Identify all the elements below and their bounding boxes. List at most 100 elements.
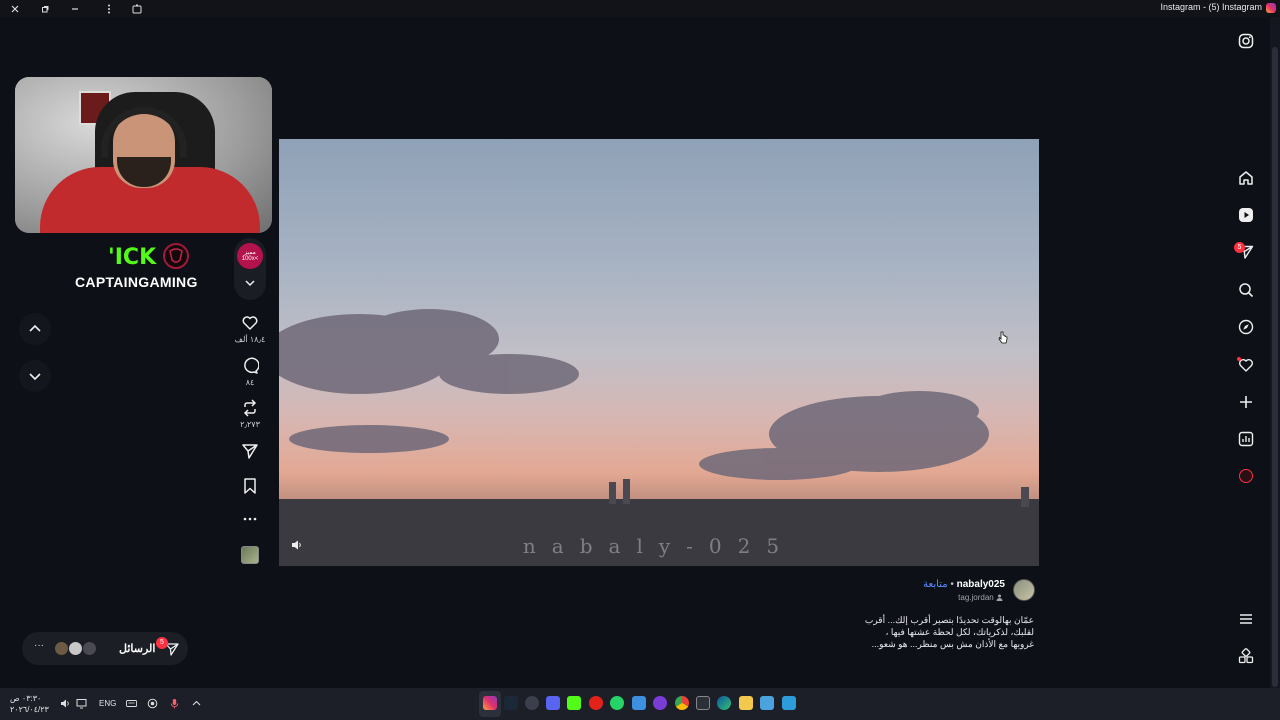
caption-line: لقلبك، لذكرياتك، لكل لحظة عشتها فيها ، xyxy=(885,627,1034,637)
system-clock[interactable]: ٠٣:٣٠ ص ٢٠٢٦/٠٤/٢٣ xyxy=(10,693,49,715)
messages-button[interactable]: ··· الرسائل 5 xyxy=(22,632,188,665)
kick-app-icon[interactable] xyxy=(567,696,581,710)
chevron-up-icon xyxy=(29,324,41,332)
kick-logo: 'ICK xyxy=(108,245,157,270)
reels-icon[interactable] xyxy=(1236,205,1256,225)
sunset-skyline-scene xyxy=(279,309,1039,566)
search-icon[interactable] xyxy=(1236,280,1256,300)
heart-icon xyxy=(242,316,258,330)
repost-action[interactable]: ٢٫٢٧٣ xyxy=(230,399,270,429)
recorder-app-icon[interactable] xyxy=(589,696,603,710)
repost-count: ٢٫٢٧٣ xyxy=(240,420,260,429)
person-icon xyxy=(996,594,1003,601)
comment-icon xyxy=(244,357,259,374)
author-line: متابعة • nabaly025 xyxy=(923,579,1005,590)
share-action[interactable] xyxy=(230,442,270,460)
caption-line: غروبها مع الأذان مش بس منظر... هو شعو... xyxy=(871,639,1034,649)
tagged-username: tag.jordan xyxy=(958,593,994,602)
page-scrollbar[interactable] xyxy=(1270,17,1280,688)
clock-date: ٢٠٢٦/٠٤/٢٣ xyxy=(10,705,49,714)
like-count: ١٨٫٤ ألف xyxy=(234,335,266,344)
previous-reel-button[interactable] xyxy=(19,313,51,345)
explore-compass-icon[interactable] xyxy=(1236,317,1256,337)
security-icon[interactable] xyxy=(147,698,158,709)
menu-hamburger-icon[interactable] xyxy=(1236,609,1256,629)
scrollbar-thumb[interactable] xyxy=(1272,47,1278,687)
keyboard-icon[interactable] xyxy=(126,698,137,709)
save-action[interactable] xyxy=(230,477,270,495)
restore-icon[interactable] xyxy=(38,2,52,15)
more-dots-icon xyxy=(243,517,257,521)
streamer-emblem-icon xyxy=(163,243,189,269)
repost-icon xyxy=(243,399,257,417)
windows-start-icon[interactable] xyxy=(782,696,796,710)
create-plus-icon[interactable] xyxy=(1236,392,1256,412)
effect-badge[interactable]: مميز 100x< xyxy=(237,243,263,269)
expand-effects-button[interactable] xyxy=(230,277,270,289)
speaker-icon xyxy=(292,540,301,550)
effect-badge-bottom: 100x< xyxy=(241,256,259,262)
like-action[interactable]: ١٨٫٤ ألف xyxy=(230,314,270,344)
message-avatar xyxy=(68,641,83,656)
chevron-down-icon xyxy=(29,373,41,381)
chrome-app-icon[interactable] xyxy=(675,696,689,710)
message-avatar xyxy=(82,641,97,656)
instagram-app-icon[interactable] xyxy=(483,696,497,710)
bookmark-icon xyxy=(244,478,256,494)
separator: • xyxy=(950,579,954,590)
calculator-app-icon[interactable] xyxy=(696,696,710,710)
input-language[interactable]: ENG xyxy=(99,699,116,708)
toolbox-app-icon[interactable] xyxy=(632,696,646,710)
follow-button[interactable]: متابعة xyxy=(923,579,947,590)
chevron-down-icon xyxy=(245,280,255,287)
tagged-user[interactable]: tag.jordan xyxy=(958,593,1003,602)
volume-icon[interactable] xyxy=(60,698,71,709)
home-icon[interactable] xyxy=(1236,168,1256,188)
post-caption: عمّان بهالوقت تحديدًا بتصير أقرب إلك... … xyxy=(844,614,1034,650)
discord-app-icon[interactable] xyxy=(546,696,560,710)
video-watermark: nabaly-025 xyxy=(522,534,796,558)
author-avatar[interactable] xyxy=(1013,579,1035,601)
more-action[interactable] xyxy=(230,514,270,524)
settings-gear-app-icon[interactable] xyxy=(525,696,539,710)
window-title: Instagram - (5) Instagram xyxy=(1160,2,1262,12)
next-reel-button[interactable] xyxy=(19,360,51,392)
instagram-logo-icon[interactable] xyxy=(1236,31,1256,51)
author-username[interactable]: nabaly025 xyxy=(957,579,1005,590)
purple-app-icon[interactable] xyxy=(653,696,667,710)
file-explorer-app-icon[interactable] xyxy=(739,696,753,710)
network-icon[interactable] xyxy=(76,698,87,709)
messages-label: الرسائل xyxy=(119,643,156,655)
microphone-icon[interactable] xyxy=(169,698,180,709)
dashboard-chart-icon[interactable] xyxy=(1236,429,1256,449)
extension-icon[interactable] xyxy=(130,2,144,15)
messages-badge: 5 xyxy=(156,637,168,649)
window-titlebar: Instagram - (5) Instagram xyxy=(0,0,1280,17)
show-hidden-icons-chevron-icon[interactable] xyxy=(191,698,202,709)
clock-time: ٠٣:٣٠ ص xyxy=(10,694,42,703)
audio-thumbnail[interactable] xyxy=(241,546,259,564)
steam-app-icon[interactable] xyxy=(504,696,518,710)
message-avatar xyxy=(54,641,69,656)
notification-dot xyxy=(1237,357,1241,361)
whatsapp-app-icon[interactable] xyxy=(610,696,624,710)
store-app-icon[interactable] xyxy=(760,696,774,710)
also-from-meta-icon[interactable] xyxy=(1236,646,1256,666)
close-icon[interactable] xyxy=(8,2,22,15)
comment-action[interactable]: ٨٤ xyxy=(230,357,270,387)
edge-app-icon[interactable] xyxy=(717,696,731,710)
messages-more: ··· xyxy=(34,640,44,651)
minimize-icon[interactable] xyxy=(68,2,82,15)
instagram-favicon-icon xyxy=(1266,3,1276,13)
caption-line: عمّان بهالوقت تحديدًا بتصير أقرب إلك... … xyxy=(864,615,1034,625)
mute-button[interactable] xyxy=(291,539,305,553)
streamer-webcam-overlay xyxy=(15,77,272,233)
more-options-icon[interactable] xyxy=(102,2,116,15)
reel-video[interactable]: nabaly-025 xyxy=(279,139,1039,566)
send-icon xyxy=(242,444,258,459)
streamer-name: CAPTAINGAMING xyxy=(75,274,198,290)
comment-count: ٨٤ xyxy=(245,378,255,387)
profile-avatar[interactable] xyxy=(1239,469,1253,483)
messages-count-badge: 5 xyxy=(1234,242,1245,253)
pointer-cursor-icon xyxy=(998,331,1008,344)
